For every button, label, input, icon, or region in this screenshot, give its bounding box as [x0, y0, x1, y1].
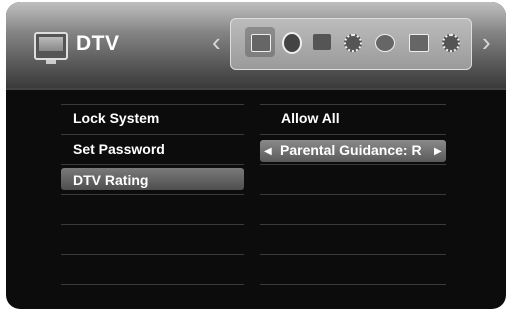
rating-left-arrow[interactable]: ◀: [264, 146, 272, 157]
globe-icon[interactable]: [375, 34, 395, 52]
mail-icon[interactable]: [409, 34, 429, 52]
value-divider: [260, 254, 446, 255]
header-bar: DTV ‹ ›: [6, 2, 506, 88]
menu-item-lock-system[interactable]: Lock System: [73, 110, 159, 126]
settings-gear-icon[interactable]: [344, 34, 362, 52]
menu-divider: [61, 104, 244, 105]
menu-divider: [61, 284, 244, 285]
header-divider: [6, 88, 506, 90]
category-icon-bar: [230, 18, 472, 70]
menu-divider: [61, 224, 244, 225]
value-divider: [260, 284, 446, 285]
menu-divider: [61, 164, 244, 165]
menu-divider: [61, 194, 244, 195]
gear-icon[interactable]: [442, 34, 460, 52]
monitor-icon[interactable]: [313, 34, 331, 50]
tv-category-icon[interactable]: [251, 34, 271, 52]
value-divider: [260, 134, 446, 135]
rating-right-arrow[interactable]: ▶: [434, 146, 442, 157]
menu-item-set-password[interactable]: Set Password: [73, 141, 165, 157]
value-divider: [260, 194, 446, 195]
menu-divider: [61, 254, 244, 255]
lock-system-value[interactable]: Allow All: [281, 110, 340, 126]
dtv-settings-screen: DTV ‹ › Lock System Set Password DTV Rat…: [6, 2, 506, 309]
disc-icon[interactable]: [282, 32, 302, 54]
rating-value: Parental Guidance: R: [280, 142, 422, 158]
menu-item-dtv-rating[interactable]: DTV Rating: [73, 172, 148, 188]
page-title: DTV: [76, 32, 120, 55]
chevron-left-icon[interactable]: ‹: [212, 28, 221, 56]
chevron-right-icon[interactable]: ›: [482, 28, 491, 56]
value-divider: [260, 164, 446, 165]
tv-icon: [34, 32, 68, 64]
value-divider: [260, 224, 446, 225]
value-divider: [260, 104, 446, 105]
menu-divider: [61, 134, 244, 135]
